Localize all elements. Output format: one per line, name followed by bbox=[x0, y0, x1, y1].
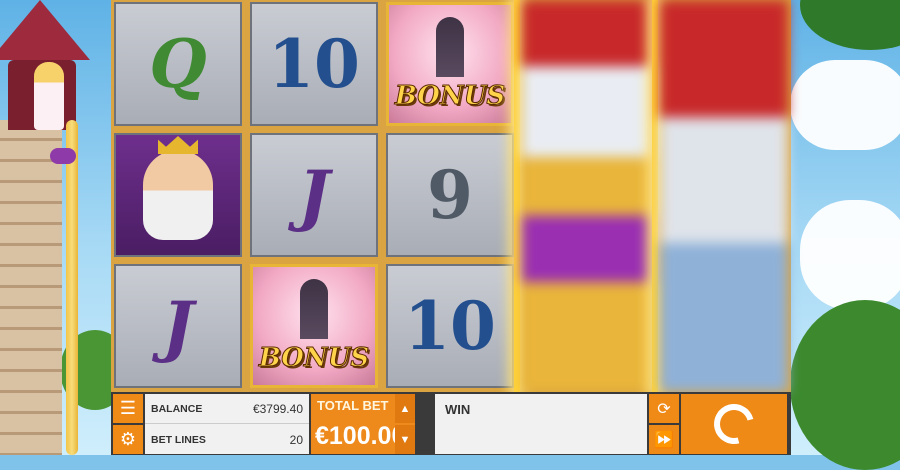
symbol-text: J bbox=[162, 287, 194, 365]
long-hair bbox=[66, 120, 78, 455]
tower-roof bbox=[0, 0, 90, 60]
symbol-text: 10 bbox=[404, 287, 496, 365]
cloud bbox=[790, 60, 900, 150]
reel-1: QJ bbox=[111, 0, 244, 392]
reel-2: 10 J BONUS bbox=[247, 0, 380, 392]
spinning-reel-4 bbox=[522, 0, 657, 392]
crown-icon bbox=[158, 136, 198, 154]
spin-icon bbox=[706, 396, 762, 452]
bet-lines-value: 20 bbox=[289, 433, 303, 447]
tree-foliage bbox=[800, 0, 900, 50]
bet-increase-button[interactable]: ▲ bbox=[395, 394, 415, 423]
total-bet-panel: TOTAL BET €100.00 ▲ ▼ bbox=[311, 394, 415, 454]
bonus-symbol: BONUS bbox=[250, 264, 378, 388]
fast-forward-icon: ⏩ bbox=[654, 431, 674, 449]
reel-3: BONUS 9 10 bbox=[383, 0, 516, 392]
menu-button[interactable]: ☰ bbox=[113, 394, 143, 423]
princess-figure bbox=[34, 62, 64, 130]
chevron-down-icon: ▼ bbox=[399, 433, 411, 446]
king-portrait bbox=[143, 136, 213, 240]
bonus-label: BONUS bbox=[258, 343, 370, 374]
symbol-j: J bbox=[114, 264, 242, 388]
symbol-text: 10 bbox=[268, 25, 360, 103]
balance-value: €3799.40 bbox=[252, 402, 303, 416]
hamburger-menu-icon: ☰ bbox=[119, 398, 137, 418]
cloud bbox=[800, 200, 900, 310]
win-label: WIN bbox=[445, 402, 471, 417]
win-panel: WIN bbox=[435, 394, 647, 454]
king-symbol bbox=[114, 133, 242, 257]
bet-decrease-button[interactable]: ▼ bbox=[395, 425, 415, 454]
bonus-label: BONUS bbox=[394, 81, 506, 112]
chevron-up-icon: ▲ bbox=[399, 402, 411, 415]
reel-grid: QJ 10 J BONUS BONUS 9 10 bbox=[111, 0, 791, 392]
tower-icon bbox=[436, 17, 464, 77]
total-bet-value: €100.00 bbox=[315, 422, 406, 450]
bonus-symbol: BONUS bbox=[386, 2, 514, 126]
symbol-text: Q bbox=[149, 25, 207, 103]
balance-panel: BALANCE €3799.40 BET LINES 20 bbox=[145, 394, 309, 454]
symbol-10: 10 bbox=[386, 264, 514, 388]
spinning-reel-5 bbox=[660, 0, 788, 392]
symbol-9: 9 bbox=[386, 133, 514, 257]
tower-wall bbox=[0, 120, 62, 455]
spin-glow-left bbox=[514, 0, 520, 392]
balance-row: BALANCE €3799.40 bbox=[145, 394, 309, 424]
balance-label: BALANCE bbox=[151, 403, 203, 415]
symbol-text: 9 bbox=[427, 156, 473, 234]
total-bet-label: TOTAL BET bbox=[317, 398, 389, 413]
spin-button[interactable] bbox=[681, 394, 787, 454]
symbol-q: Q bbox=[114, 2, 242, 126]
spin-glow-right bbox=[652, 0, 658, 392]
turbo-button[interactable]: ⏩ bbox=[649, 425, 679, 454]
bottom-bar: ☰ ⚙ BALANCE €3799.40 BET LINES 20 TOTAL … bbox=[111, 392, 791, 455]
tree-foliage bbox=[790, 300, 900, 470]
hair-bow bbox=[50, 148, 76, 164]
gear-icon: ⚙ bbox=[119, 429, 137, 449]
bet-lines-row: BET LINES 20 bbox=[145, 425, 309, 454]
symbol-10: 10 bbox=[250, 2, 378, 126]
tower-icon bbox=[300, 279, 328, 339]
symbol-text: J bbox=[298, 156, 330, 234]
autoplay-icon: ⟳ bbox=[657, 400, 671, 418]
settings-button[interactable]: ⚙ bbox=[113, 425, 143, 454]
bet-lines-label: BET LINES bbox=[151, 434, 206, 446]
symbol-j: J bbox=[250, 133, 378, 257]
autoplay-button[interactable]: ⟳ bbox=[649, 394, 679, 423]
